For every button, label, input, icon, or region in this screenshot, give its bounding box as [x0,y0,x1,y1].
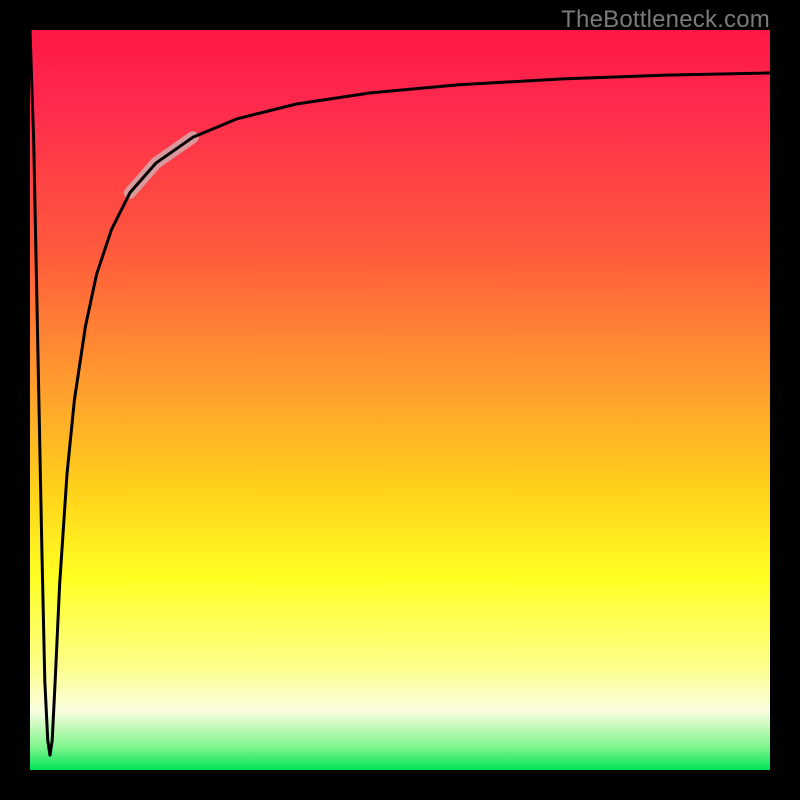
plot-area [30,30,770,770]
curve-layer [30,30,770,770]
main-curve [30,30,770,755]
chart-stage: TheBottleneck.com [0,0,800,800]
